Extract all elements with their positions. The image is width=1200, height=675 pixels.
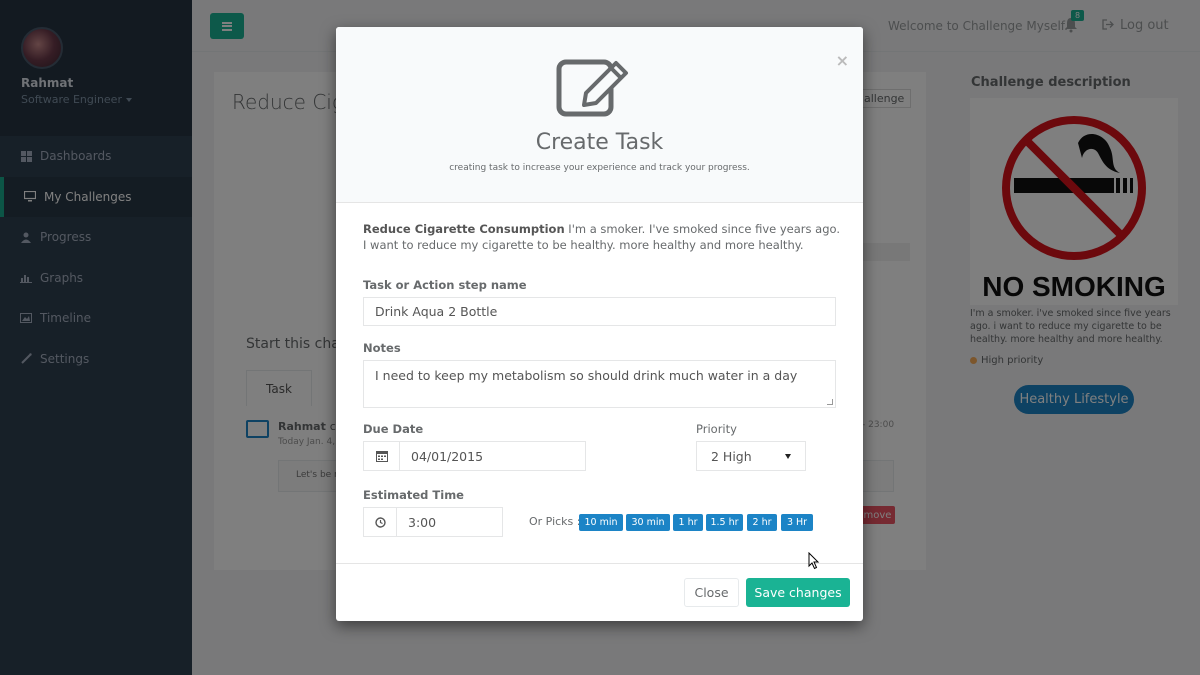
task-name-input[interactable]: Drink Aqua 2 Bottle: [363, 297, 836, 326]
save-changes-button[interactable]: Save changes: [746, 578, 850, 607]
due-date-label: Due Date: [363, 422, 424, 436]
pick-10-min-button[interactable]: 10 min: [579, 514, 623, 531]
notes-label: Notes: [363, 341, 401, 355]
priority-value: 2 High: [711, 448, 752, 464]
pick-2-hr-button[interactable]: 2 hr: [747, 514, 777, 531]
notes-textarea[interactable]: I need to keep my metabolism so should d…: [363, 360, 836, 408]
mouse-cursor-icon: [808, 552, 820, 570]
clock-icon: [374, 516, 386, 528]
due-date-input[interactable]: 04/01/2015: [399, 441, 586, 471]
clock-addon[interactable]: [363, 507, 397, 537]
close-button[interactable]: Close: [684, 578, 739, 607]
close-icon[interactable]: ×: [836, 51, 849, 70]
priority-label: Priority: [696, 422, 737, 436]
pick-1-hr-button[interactable]: 1 hr: [673, 514, 703, 531]
modal-subtitle: creating task to increase your experienc…: [449, 163, 750, 173]
calendar-icon: [375, 451, 388, 462]
pick-1-5-hr-button[interactable]: 1.5 hr: [706, 514, 743, 531]
challenge-name: Reduce Cigarette Consumption: [363, 222, 565, 236]
chevron-down-icon: [785, 453, 791, 459]
estimated-time-input[interactable]: 3:00: [396, 507, 503, 537]
priority-select[interactable]: 2 High: [696, 441, 806, 471]
create-task-modal: × Create Task creating task to increase …: [336, 27, 863, 621]
calendar-addon[interactable]: [363, 441, 400, 471]
task-name-label: Task or Action step name: [363, 278, 527, 292]
modal-footer: [336, 563, 863, 564]
resize-handle-icon[interactable]: [827, 399, 833, 405]
or-picks-label: Or Picks :: [529, 515, 581, 528]
pick-3-hr-button[interactable]: 3 Hr: [781, 514, 813, 531]
estimated-time-label: Estimated Time: [363, 488, 464, 502]
modal-title: Create Task: [535, 130, 664, 155]
pick-30-min-button[interactable]: 30 min: [626, 514, 670, 531]
edit-icon: [556, 59, 628, 117]
notes-text: I need to keep my metabolism so should d…: [375, 368, 798, 383]
modal-header: × Create Task creating task to increase …: [336, 27, 863, 203]
challenge-summary: Reduce Cigarette Consumption I'm a smoke…: [363, 221, 843, 253]
